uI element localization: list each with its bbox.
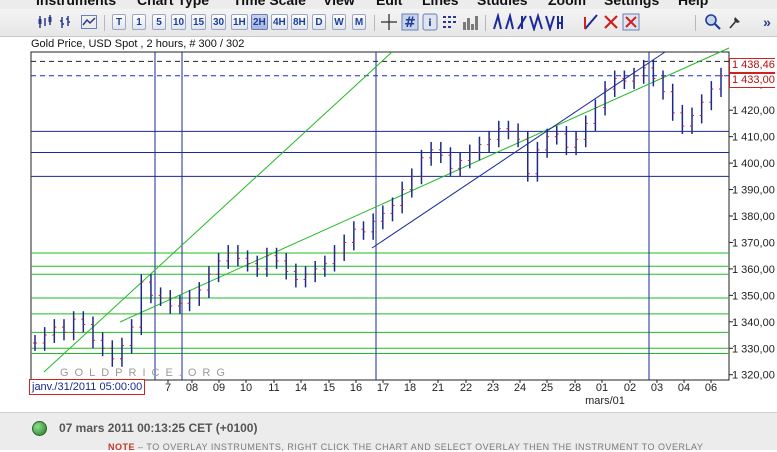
y-tick-label: 1 380,00 (732, 211, 775, 223)
note-label: NOTE (108, 442, 136, 452)
y-tick-label: 1 390,00 (732, 185, 775, 197)
x-tick-label: 17 (377, 382, 389, 394)
y-tick-label: 1 400,00 (732, 158, 775, 170)
x-tick-label: 08 (186, 382, 198, 394)
x-tick-label: 7 (165, 382, 171, 394)
x-tick-label: 18 (404, 382, 416, 394)
y-tick-label: 1 370,00 (732, 237, 775, 249)
y-tick-label: 1 340,00 (732, 317, 775, 329)
overlay-note: NOTE – TO OVERLAY INSTRUMENTS, RIGHT CLI… (108, 442, 703, 452)
x-tick-label: 22 (460, 382, 472, 394)
current-price-label: 1 433,00 (729, 73, 775, 88)
x-tick-label: 25 (541, 382, 553, 394)
y-tick-label: 1 360,00 (732, 264, 775, 276)
x-tick-label: 23 (487, 382, 499, 394)
x-tick-label: 21 (432, 382, 444, 394)
x-tick-label: 14 (295, 382, 307, 394)
x-tick-label: 01 (596, 382, 608, 394)
y-tick-label: 1 410,00 (732, 132, 775, 144)
note-text: – TO OVERLAY INSTRUMENTS, RIGHT CLICK TH… (138, 442, 704, 452)
plot-area[interactable] (30, 51, 730, 381)
y-tick-label: 1 350,00 (732, 290, 775, 302)
x-tick-label: 02 (624, 382, 636, 394)
x-tick-label: 28 (569, 382, 581, 394)
price-chart[interactable]: 1 320,00 1 330,00 1 340,00 1 350,00 1 360,00… (0, 0, 777, 412)
watermark: GOLDPRICE.ORG (60, 367, 231, 379)
x-tick-label: 11 (268, 382, 279, 394)
y-tick-label: 1 420,00 (732, 105, 775, 117)
x-tick-label: 09 (213, 382, 225, 394)
x-tick-label: 04 (678, 382, 690, 394)
x-tick-label: 24 (514, 382, 526, 394)
x-tick-label: 03 (651, 382, 663, 394)
x-tick-label: 16 (350, 382, 362, 394)
x-tick-label: 06 (705, 382, 717, 394)
y-tick-label: 1 320,00 (732, 370, 775, 382)
x-tick-label: 15 (323, 382, 335, 394)
status-timestamp: 07 mars 2011 00:13:25 CET (+0100) (59, 421, 258, 435)
start-date-label: janv./31/2011 05:00:00 (29, 379, 146, 395)
month-label: mars/01 (585, 395, 625, 407)
connection-status-icon (32, 421, 47, 436)
x-tick-label: 10 (240, 382, 252, 394)
high-price-label: 1 438,46 (729, 58, 775, 73)
y-tick-label: 1 330,00 (732, 343, 775, 355)
